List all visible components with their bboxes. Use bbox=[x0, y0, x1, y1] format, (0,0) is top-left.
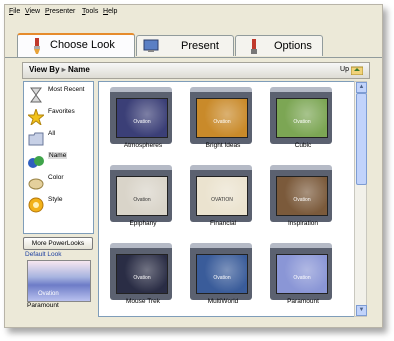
category-color[interactable]: Color bbox=[26, 173, 90, 193]
up-button[interactable]: Up bbox=[340, 66, 349, 73]
look-preview: Ovation bbox=[196, 254, 248, 294]
category-label: Style bbox=[48, 196, 63, 203]
letters-icon bbox=[28, 156, 44, 168]
look-item[interactable]: Ovation Inspiration bbox=[265, 162, 341, 240]
look-gallery: Ovation Atmospheres Ovation Bright Ideas O… bbox=[98, 81, 356, 317]
category-favorites[interactable]: Favorites bbox=[26, 107, 90, 127]
menu-help[interactable]: Help bbox=[103, 8, 117, 15]
main-tabs: Choose Look Present Options bbox=[5, 33, 382, 58]
folder-thumbnail: Ovation bbox=[190, 243, 252, 300]
menu-view[interactable]: View bbox=[25, 8, 40, 15]
star-icon bbox=[28, 109, 44, 125]
look-name: Epiphany bbox=[129, 220, 157, 227]
category-style[interactable]: Style bbox=[26, 195, 90, 215]
look-item[interactable]: Ovation Atmospheres bbox=[105, 84, 181, 162]
tab-label: Options bbox=[274, 40, 312, 52]
menu-tools[interactable]: Tools bbox=[82, 8, 98, 15]
category-label: Color bbox=[48, 174, 64, 181]
app-window: File View Presenter Tools Help Choose Lo… bbox=[4, 4, 383, 328]
look-item[interactable]: OVATION Financial bbox=[185, 162, 261, 240]
view-by-label: View By ▸ Name bbox=[29, 65, 90, 74]
tab-present[interactable]: Present bbox=[136, 35, 234, 56]
thumbnail-text: Ovation bbox=[293, 275, 311, 281]
folder-up-icon[interactable] bbox=[351, 65, 363, 75]
tab-options[interactable]: Options bbox=[235, 35, 323, 56]
category-label: Favorites bbox=[48, 108, 75, 115]
look-preview: Ovation bbox=[196, 98, 248, 138]
folder-thumbnail: Ovation bbox=[110, 165, 172, 222]
look-item[interactable]: Ovation Paramount bbox=[265, 240, 341, 318]
menu-file[interactable]: File bbox=[9, 8, 20, 15]
sunburst-icon bbox=[28, 197, 44, 213]
folder-thumbnail: Ovation bbox=[270, 243, 332, 300]
look-preview: Ovation bbox=[116, 176, 168, 216]
view-by-bar: View By ▸ Name Up bbox=[22, 62, 370, 79]
category-label: Name bbox=[48, 152, 68, 159]
thumbnail-text: Ovation bbox=[133, 275, 151, 281]
look-item[interactable]: Ovation Mouse Trek bbox=[105, 240, 181, 318]
tools-icon bbox=[251, 39, 257, 54]
look-name: Inspiration bbox=[288, 220, 318, 227]
category-label: All bbox=[48, 130, 56, 137]
folder-thumbnail: Ovation bbox=[270, 87, 332, 144]
paint-palette-icon bbox=[28, 178, 44, 190]
thumbnail-text: Ovation bbox=[133, 197, 151, 203]
thumbnail-text: OVATION bbox=[211, 197, 233, 203]
look-name: Mouse Trek bbox=[126, 298, 160, 305]
tab-label: Present bbox=[181, 40, 219, 52]
thumbnail-text: Ovation bbox=[293, 197, 311, 203]
look-item[interactable]: Ovation Cubic bbox=[265, 84, 341, 162]
look-name: Paramount bbox=[287, 298, 319, 305]
look-name: MultiWorld bbox=[207, 298, 239, 305]
thumbnail-text: Ovation bbox=[133, 119, 151, 125]
scroll-down-arrow-icon[interactable]: ▼ bbox=[356, 305, 367, 316]
category-name[interactable]: Name bbox=[26, 151, 90, 171]
look-preview: Ovation bbox=[276, 254, 328, 294]
folder-thumbnail: OVATION bbox=[190, 165, 252, 222]
look-name: Financial bbox=[209, 220, 236, 227]
monitor-icon bbox=[143, 39, 159, 52]
default-look-thumbnail[interactable]: Ovation bbox=[27, 260, 91, 302]
tab-label: Choose Look bbox=[50, 39, 115, 51]
category-label: Most Recent bbox=[48, 86, 85, 93]
look-item[interactable]: Ovation MultiWorld bbox=[185, 240, 261, 318]
view-by-value[interactable]: Name bbox=[68, 65, 90, 74]
look-name: Atmospheres bbox=[123, 142, 163, 149]
look-preview: OVATION bbox=[196, 176, 248, 216]
thumbnail-text: Ovation bbox=[213, 275, 231, 281]
category-list: Most Recent Favorites All Name Color Sty… bbox=[23, 81, 94, 234]
scroll-up-arrow-icon[interactable]: ▲ bbox=[356, 82, 367, 93]
menu-bar: File View Presenter Tools Help bbox=[5, 5, 382, 21]
look-item[interactable]: Ovation Bright Ideas bbox=[185, 84, 261, 162]
look-preview: Ovation bbox=[116, 254, 168, 294]
look-name: Cubic bbox=[294, 142, 312, 149]
folder-thumbnail: Ovation bbox=[270, 165, 332, 222]
tab-choose-look[interactable]: Choose Look bbox=[17, 33, 135, 57]
folder-thumbnail: Ovation bbox=[110, 243, 172, 300]
look-name: Bright Ideas bbox=[205, 142, 241, 149]
more-powerlooks-button[interactable]: More PowerLooks bbox=[23, 237, 93, 250]
look-preview: Ovation bbox=[116, 98, 168, 138]
gallery-scrollbar[interactable]: ▲ ▼ bbox=[354, 81, 367, 317]
paintbrush-icon bbox=[34, 38, 40, 54]
thumbnail-text: Ovation bbox=[293, 119, 311, 125]
default-look-name: Paramount bbox=[27, 302, 59, 309]
category-all[interactable]: All bbox=[26, 129, 90, 149]
folder-thumbnail: Ovation bbox=[190, 87, 252, 144]
folder-thumbnail: Ovation bbox=[110, 87, 172, 144]
menu-presenter[interactable]: Presenter bbox=[45, 8, 75, 15]
default-look-label: Default Look bbox=[25, 251, 62, 258]
category-most-recent[interactable]: Most Recent bbox=[26, 85, 90, 105]
folder-icon bbox=[28, 132, 44, 146]
thumbnail-text: Ovation bbox=[213, 119, 231, 125]
hourglass-icon bbox=[30, 87, 42, 103]
thumbnail-text: Ovation bbox=[38, 291, 59, 297]
scroll-thumb[interactable] bbox=[356, 93, 367, 185]
look-preview: Ovation bbox=[276, 176, 328, 216]
look-preview: Ovation bbox=[276, 98, 328, 138]
look-item[interactable]: Ovation Epiphany bbox=[105, 162, 181, 240]
